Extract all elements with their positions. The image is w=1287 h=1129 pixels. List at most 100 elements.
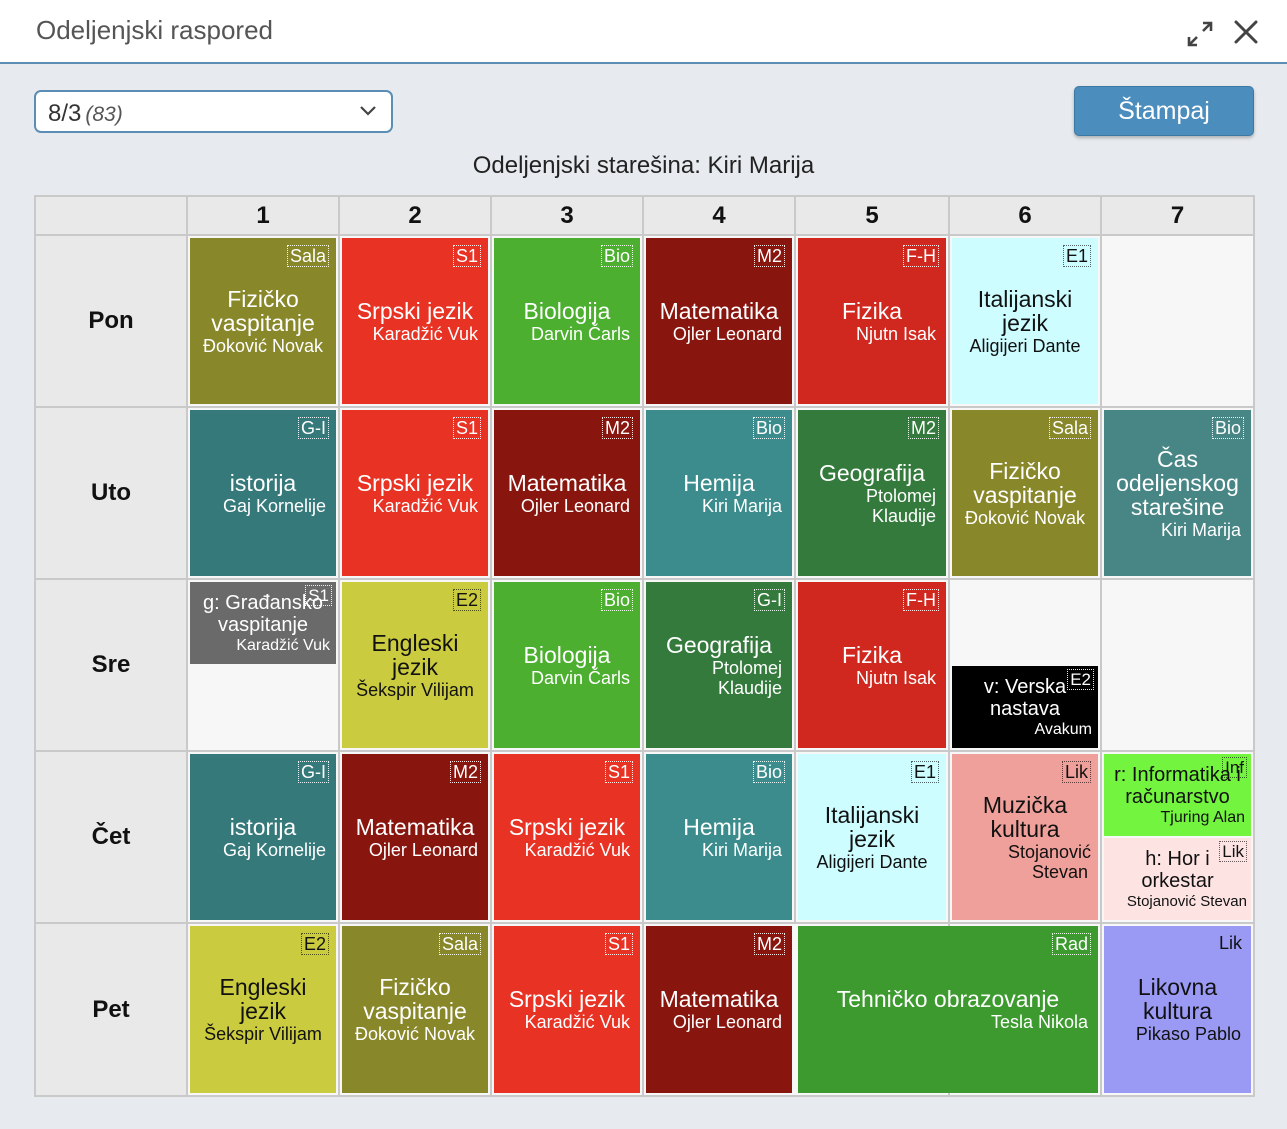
- lesson-cell-half[interactable]: Lik h: Hor i orkestar Stojanović Stevan: [1104, 838, 1251, 920]
- subject-name: Hemija: [683, 469, 755, 496]
- lesson-cell[interactable]: G-I istorija Gaj Kornelije: [190, 410, 336, 576]
- room-label: Lik: [1061, 761, 1091, 783]
- lesson-cell[interactable]: S1 Srpski jezik Karadžić Vuk: [342, 238, 488, 404]
- day-label: Pon: [36, 236, 186, 406]
- print-button[interactable]: Štampaj: [1074, 86, 1254, 136]
- grid-line: [188, 922, 1253, 924]
- room-label: E1: [910, 761, 939, 783]
- chevron-down-icon: [360, 106, 376, 116]
- lesson-cell[interactable]: S1 Srpski jezik Karadžić Vuk: [342, 410, 488, 576]
- lesson-cell-half[interactable]: E2 v: Verska nastava Avakum: [952, 666, 1098, 748]
- teacher-name: Stojanović Stevan: [1126, 892, 1247, 910]
- lesson-cell[interactable]: F-H Fizika Njutn Isak: [798, 582, 946, 748]
- subject-name: Srpski jezik: [508, 986, 626, 1012]
- lesson-cell[interactable]: S1 Srpski jezik Karadžić Vuk: [494, 754, 640, 920]
- lesson-cell[interactable]: M2 Matematika Ojler Leonard: [342, 754, 488, 920]
- timetable-grid: 1 2 3 4 5 6 7 Pon Uto Sre Čet Pet Sala F…: [34, 195, 1255, 1097]
- lesson-cell[interactable]: G-I istorija Gaj Kornelije: [190, 754, 336, 920]
- lesson-cell[interactable]: M2 Matematika Ojler Leonard: [646, 926, 792, 1093]
- lesson-cell[interactable]: M2 Matematika Ojler Leonard: [646, 238, 792, 404]
- teacher-name: Njutn Isak: [855, 323, 936, 344]
- subject-name: istorija: [229, 469, 297, 496]
- lesson-cell-half[interactable]: Inf r: Informatika i računarstvo Tjuring…: [1104, 754, 1251, 836]
- teacher-name: Đoković Novak: [354, 1024, 476, 1044]
- lesson-cell-half[interactable]: S1 g: Građansko vaspitanje Karadžić Vuk: [190, 582, 336, 664]
- subject-name: Tehničko obrazovanje: [836, 986, 1060, 1012]
- subject-name: Fizičko vaspitanje: [973, 457, 1077, 508]
- subject-name: Biologija: [523, 297, 611, 324]
- lesson-cell[interactable]: Sala Fizičko vaspitanje Đoković Novak: [952, 410, 1098, 576]
- lesson-cell[interactable]: Bio Čas odeljenskog starešine Kiri Marij…: [1104, 410, 1251, 576]
- expand-button[interactable]: [1186, 20, 1214, 48]
- grid-line: [188, 750, 1253, 752]
- lesson-cell[interactable]: Bio Biologija Darvin Čarls: [494, 582, 640, 748]
- subject-name: Srpski jezik: [356, 469, 474, 496]
- room-label: M2: [753, 933, 785, 955]
- subject-name: Fizika: [841, 297, 903, 324]
- room-label: Bio: [600, 245, 633, 267]
- lesson-cell[interactable]: S1 Srpski jezik Karadžić Vuk: [494, 926, 640, 1093]
- lesson-cell[interactable]: Lik Likovna kultura Pikaso Pablo: [1104, 926, 1251, 1093]
- period-header: 1: [188, 197, 338, 234]
- lesson-cell[interactable]: Bio Biologija Darvin Čarls: [494, 238, 640, 404]
- room-label: E2: [1067, 669, 1094, 690]
- lesson-cell[interactable]: Bio Hemija Kiri Marija: [646, 754, 792, 920]
- lesson-cell[interactable]: M2 Matematika Ojler Leonard: [494, 410, 640, 576]
- teacher-name: Đoković Novak: [964, 507, 1086, 528]
- room-label: Sala: [286, 245, 329, 267]
- class-select[interactable]: 8/3 (83): [34, 90, 393, 133]
- subject-name: Matematika: [507, 469, 627, 496]
- day-label: Čet: [36, 752, 186, 922]
- room-label: M2: [449, 761, 481, 783]
- lesson-cell[interactable]: M2 Geografija Ptolomej Klaudije: [798, 410, 946, 576]
- lesson-cell[interactable]: Sala Fizičko vaspitanje Đoković Novak: [190, 238, 336, 404]
- subject-name: h: Hor i orkestar: [1141, 847, 1214, 892]
- subject-name: Muzička kultura: [982, 791, 1068, 842]
- corner-cell: [36, 197, 186, 234]
- room-label: Bio: [1211, 417, 1244, 439]
- close-button[interactable]: [1232, 18, 1260, 46]
- subject-name: Srpski jezik: [356, 297, 474, 324]
- room-label: Inf: [1222, 757, 1247, 778]
- lesson-cell[interactable]: Bio Hemija Kiri Marija: [646, 410, 792, 576]
- lesson-cell-double[interactable]: Rad Tehničko obrazovanje Tesla Nikola: [798, 926, 1098, 1093]
- room-label: M2: [601, 417, 633, 439]
- lesson-cell[interactable]: E2 Engleski jezik Šekspir Vilijam: [190, 926, 336, 1093]
- period-header: 2: [340, 197, 490, 234]
- lesson-cell[interactable]: Sala Fizičko vaspitanje Đoković Novak: [342, 926, 488, 1093]
- subject-name: Engleski jezik: [371, 629, 459, 680]
- grid-line: [188, 406, 1253, 408]
- room-label: E1: [1062, 245, 1091, 267]
- room-label: E2: [300, 933, 329, 955]
- room-label: G-I: [298, 761, 329, 783]
- subject-name: Matematika: [659, 986, 779, 1012]
- lesson-cell[interactable]: E1 Italijanski jezik Aligijeri Dante: [952, 238, 1098, 404]
- teacher-name: Avakum: [1034, 720, 1092, 738]
- window-titlebar: Odeljenjski raspored: [0, 0, 1287, 64]
- subject-name: Fizičko vaspitanje: [363, 974, 467, 1024]
- teacher-name: Darvin Čarls: [530, 323, 630, 344]
- subject-name: Biologija: [523, 641, 611, 668]
- teacher-name: Kiri Marija: [1160, 519, 1241, 540]
- teacher-name: Ojler Leonard: [672, 323, 782, 344]
- period-header: 5: [796, 197, 948, 234]
- subject-name: Italijanski jezik: [824, 801, 920, 852]
- room-label: Bio: [600, 589, 633, 611]
- teacher-name: Tjuring Alan: [1160, 808, 1246, 826]
- lesson-cell[interactable]: E2 Engleski jezik Šekspir Vilijam: [342, 582, 488, 748]
- room-label: Sala: [438, 933, 481, 955]
- period-header: 3: [492, 197, 642, 234]
- teacher-name: Ojler Leonard: [672, 1012, 782, 1032]
- room-label: Bio: [752, 761, 785, 783]
- room-label: Lik: [1218, 933, 1242, 953]
- lesson-cell[interactable]: F-H Fizika Njutn Isak: [798, 238, 946, 404]
- teacher-name: Aligijeri Dante: [969, 335, 1081, 356]
- teacher-name: Njutn Isak: [855, 667, 936, 688]
- close-icon: [1234, 20, 1258, 44]
- lesson-cell[interactable]: E1 Italijanski jezik Aligijeri Dante: [798, 754, 946, 920]
- subject-name: Engleski jezik: [219, 974, 307, 1024]
- lesson-cell[interactable]: G-I Geografija Ptolomej Klaudije: [646, 582, 792, 748]
- lesson-cell[interactable]: Lik Muzička kultura Stojanović Stevan: [952, 754, 1098, 920]
- subject-name: Čas odeljenskog starešine: [1116, 445, 1239, 520]
- room-label: S1: [604, 761, 633, 783]
